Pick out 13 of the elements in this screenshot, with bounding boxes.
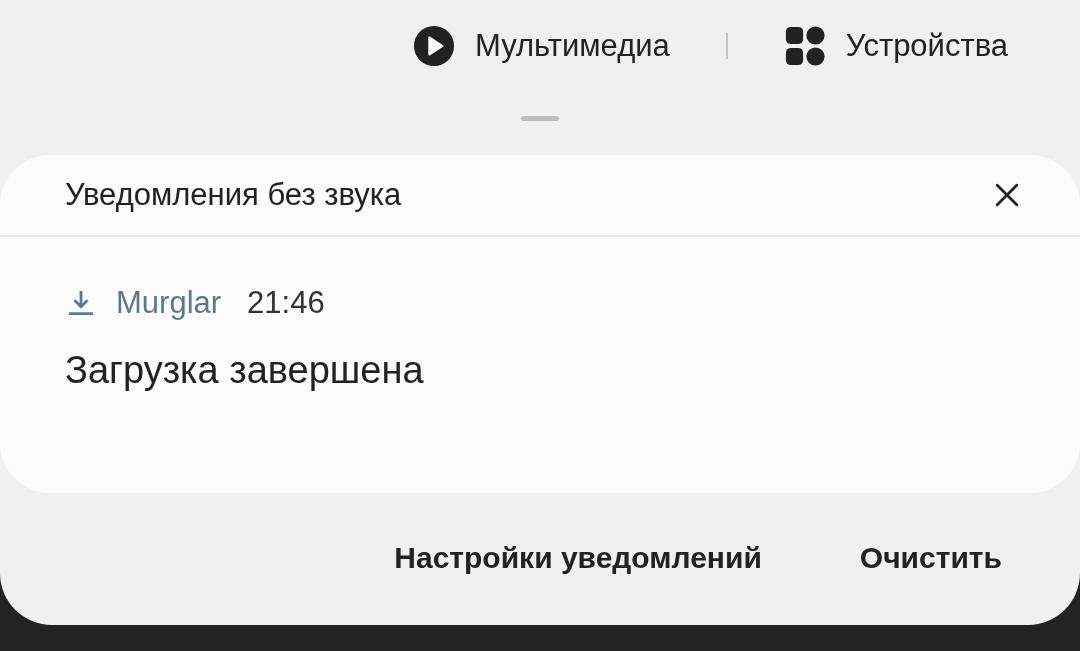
quick-tab[interactable]: Мультимедиа [412,25,670,67]
quick-tab[interactable]: Устройства [783,25,1008,67]
group-title: Уведомления без звука [65,177,402,213]
drag-handle[interactable] [521,116,559,121]
download-icon [68,288,94,318]
action-button[interactable]: Настройки уведомлений [394,541,762,575]
close-icon[interactable] [994,182,1020,208]
play-icon [412,25,455,67]
notification-text: Загрузка завершена [65,349,425,392]
app-name: Murglar [116,285,222,321]
grid-icon [783,25,826,67]
notification-time: 21:46 [247,285,325,321]
action-button[interactable]: Очистить [859,541,1002,575]
